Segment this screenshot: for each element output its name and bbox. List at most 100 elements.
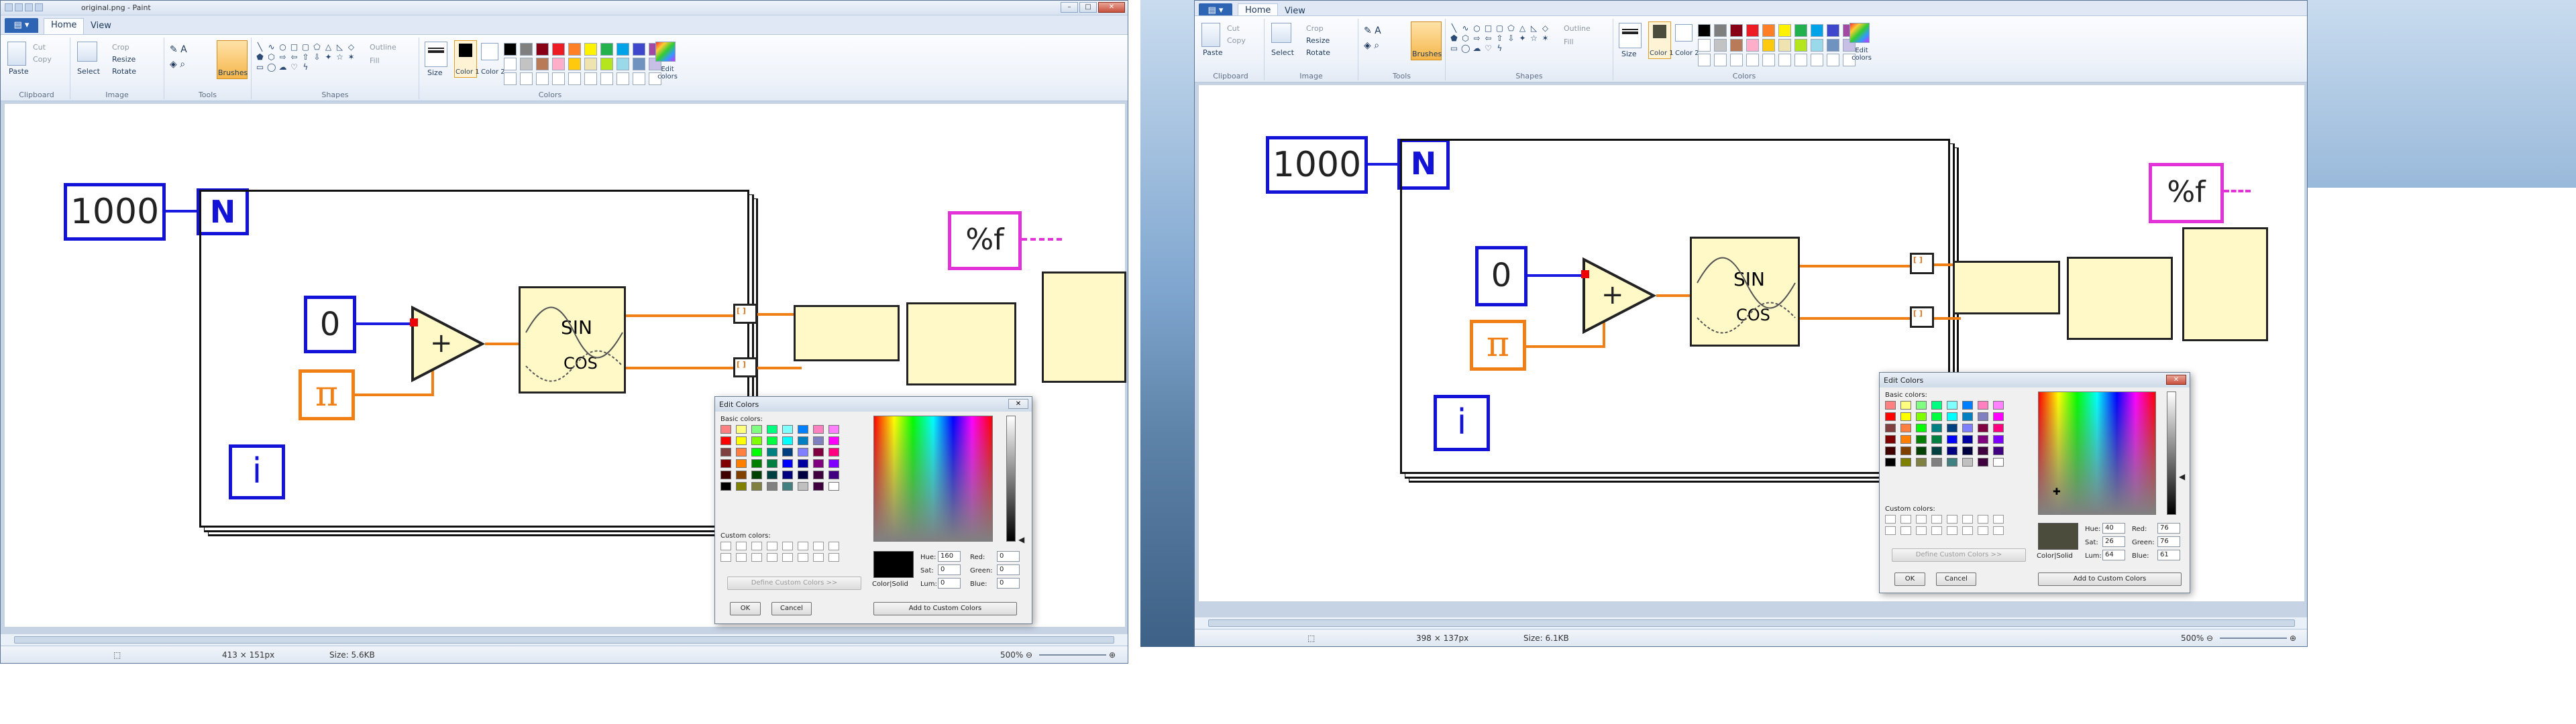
basic-color-swatch[interactable] — [1993, 435, 2004, 444]
basic-color-swatch[interactable] — [813, 436, 824, 445]
custom-color-swatch[interactable] — [767, 553, 777, 562]
triangle-icon[interactable]: △ — [324, 43, 333, 52]
custom-color-swatch[interactable] — [1962, 515, 1973, 524]
basic-color-swatch[interactable] — [1885, 446, 1896, 455]
basic-color-swatch[interactable] — [1947, 435, 1957, 444]
custom-color-swatch[interactable] — [1885, 515, 1896, 524]
paste-button[interactable]: Paste — [1203, 48, 1223, 57]
basic-color-swatch[interactable] — [1900, 446, 1911, 455]
palette-swatch[interactable] — [1794, 24, 1807, 37]
basic-color-swatch[interactable] — [720, 482, 731, 491]
basic-color-swatch[interactable] — [720, 471, 731, 479]
basic-color-swatch[interactable] — [1916, 435, 1927, 444]
tab-home[interactable]: Home — [44, 18, 85, 34]
basic-color-swatch[interactable] — [1916, 412, 1927, 421]
palette-custom-swatch[interactable] — [536, 72, 549, 85]
basic-color-swatch[interactable] — [1931, 424, 1942, 432]
palette-swatch[interactable] — [616, 43, 629, 56]
palette-swatch[interactable] — [536, 43, 549, 56]
palette-swatch[interactable] — [584, 58, 597, 70]
red-field[interactable]: 0 — [997, 551, 1020, 562]
rotate-button[interactable]: Rotate — [1306, 48, 1330, 57]
basic-color-swatch[interactable] — [1962, 412, 1973, 421]
basic-color-swatch[interactable] — [751, 436, 762, 445]
basic-color-swatch[interactable] — [828, 436, 839, 445]
select-icon[interactable] — [1271, 23, 1291, 43]
palette-swatch[interactable] — [1714, 39, 1727, 52]
palette-swatch[interactable] — [520, 43, 533, 56]
palette-swatch[interactable] — [504, 58, 517, 70]
basic-color-swatch[interactable] — [751, 482, 762, 491]
horizontal-scrollbar[interactable] — [1, 634, 1128, 646]
custom-color-swatch[interactable] — [1947, 515, 1957, 524]
right-triangle-icon[interactable]: ◺ — [1529, 24, 1538, 33]
palette-custom-swatch[interactable] — [504, 72, 517, 85]
palette-custom-swatch[interactable] — [1762, 54, 1775, 66]
ok-button[interactable]: OK — [1894, 572, 1925, 586]
rotate-button[interactable]: Rotate — [112, 67, 136, 76]
custom-color-swatch[interactable] — [720, 553, 731, 562]
palette-swatch[interactable] — [552, 58, 565, 70]
custom-color-swatch[interactable] — [828, 542, 839, 550]
basic-color-swatch[interactable] — [1993, 446, 2004, 455]
brushes-button[interactable]: Brushes — [1412, 50, 1442, 58]
basic-color-swatch[interactable] — [736, 425, 747, 434]
maximize-button[interactable]: □ — [1079, 2, 1097, 13]
palette-swatch[interactable] — [1714, 24, 1727, 37]
horizontal-scrollbar[interactable] — [1195, 617, 2307, 629]
basic-color-swatch[interactable] — [798, 448, 808, 457]
arrow-up-icon[interactable]: ⇧ — [301, 53, 310, 62]
red-field[interactable]: 76 — [2157, 523, 2180, 534]
custom-color-swatch[interactable] — [767, 542, 777, 550]
blue-field[interactable]: 61 — [2157, 550, 2180, 560]
basic-color-swatch[interactable] — [751, 459, 762, 468]
basic-color-swatch[interactable] — [1947, 458, 1957, 467]
basic-color-swatch[interactable] — [798, 459, 808, 468]
rectangle-icon[interactable]: □ — [290, 43, 299, 52]
basic-color-swatch[interactable] — [798, 436, 808, 445]
basic-color-swatch[interactable] — [736, 459, 747, 468]
custom-color-swatch[interactable] — [1900, 515, 1911, 524]
palette-custom-swatch[interactable] — [1714, 54, 1727, 66]
crop-button[interactable]: Crop — [112, 43, 129, 52]
green-field[interactable]: 0 — [997, 564, 1020, 575]
shapes-gallery[interactable]: ╲ ∿ ○ □ ▢ ⬠ △ ◺ ◇ ⬟ ⬡ ⇨ ⇦ ⇧ ⇩ ✦ ☆ ✶ ▭ ◯ ☁ ♡ ϟ — [256, 43, 357, 72]
palette-swatch[interactable] — [1762, 39, 1775, 52]
cancel-button[interactable]: Cancel — [771, 602, 812, 615]
basic-color-swatch[interactable] — [1978, 435, 1988, 444]
basic-color-swatch[interactable] — [767, 459, 777, 468]
basic-color-swatch[interactable] — [782, 471, 793, 479]
select-icon[interactable] — [77, 42, 97, 62]
palette-custom-swatch[interactable] — [1794, 54, 1807, 66]
basic-color-swatch[interactable] — [1931, 401, 1942, 410]
basic-color-swatch[interactable] — [798, 425, 808, 434]
arrow-right-icon[interactable]: ⇨ — [278, 53, 287, 62]
zoom-slider[interactable] — [2220, 638, 2287, 639]
color-palette[interactable] — [1698, 24, 1857, 66]
redo-icon[interactable] — [35, 3, 43, 11]
zoom-slider[interactable] — [1039, 654, 1106, 656]
fill-button[interactable]: Fill — [370, 56, 380, 65]
cancel-button[interactable]: Cancel — [1936, 572, 1976, 586]
custom-color-swatch[interactable] — [736, 542, 747, 550]
basic-color-swatch[interactable] — [1931, 446, 1942, 455]
custom-color-swatch[interactable] — [751, 542, 762, 550]
basic-color-swatch[interactable] — [1993, 458, 2004, 467]
color2-selector[interactable] — [481, 43, 498, 60]
arrow-down-icon[interactable]: ⇩ — [1507, 34, 1515, 43]
define-custom-colors-button[interactable]: Define Custom Colors >> — [727, 577, 861, 590]
palette-swatch[interactable] — [552, 43, 565, 56]
size-button[interactable]: Size — [427, 68, 443, 77]
custom-color-swatch[interactable] — [798, 542, 808, 550]
zoom-in-button[interactable]: ⊕ — [1109, 650, 1116, 660]
basic-color-swatch[interactable] — [1900, 401, 1911, 410]
outline-button[interactable]: Outline — [1564, 24, 1591, 33]
rounded-rect-icon[interactable]: ▢ — [301, 43, 310, 52]
copy-button[interactable]: Copy — [33, 55, 52, 64]
custom-color-swatch[interactable] — [751, 553, 762, 562]
palette-swatch[interactable] — [1730, 39, 1743, 52]
palette-swatch[interactable] — [584, 43, 597, 56]
basic-color-swatch[interactable] — [1931, 412, 1942, 421]
palette-swatch[interactable] — [633, 43, 645, 56]
basic-color-swatch[interactable] — [1947, 424, 1957, 432]
